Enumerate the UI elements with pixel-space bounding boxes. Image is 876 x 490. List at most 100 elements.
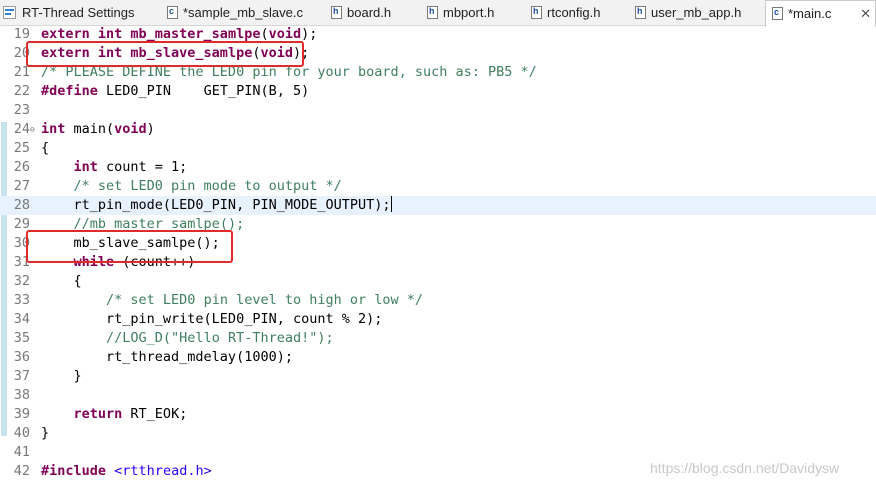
code-token: /* set LED0 pin level to high or low */ bbox=[106, 292, 424, 308]
code-token: <rtthread.h> bbox=[114, 463, 212, 479]
tab-user-mb-app-h[interactable]: h user_mb_app.h bbox=[629, 0, 759, 26]
code-line[interactable]: 25 { bbox=[0, 139, 876, 158]
line-number: 37 bbox=[13, 368, 30, 384]
text-cursor bbox=[390, 196, 392, 212]
c-header-file-icon: h bbox=[427, 6, 438, 19]
code-token: void bbox=[114, 121, 147, 137]
code-token: } bbox=[41, 368, 82, 384]
line-number: 38 bbox=[13, 387, 30, 403]
code-line[interactable]: 35 //LOG_D("Hello RT-Thread!"); bbox=[0, 329, 876, 348]
code-token: #define bbox=[41, 83, 98, 99]
line-number: 34 bbox=[13, 311, 30, 327]
line-number: 23 bbox=[13, 102, 30, 118]
editor-tab-bar: RT-Thread Settings c *sample_mb_slave.c … bbox=[0, 0, 876, 27]
code-token: void bbox=[268, 26, 302, 42]
code-token: LED0_PIN GET_PIN(B, 5) bbox=[97, 83, 310, 99]
code-line[interactable]: 33 /* set LED0 pin level to high or low … bbox=[0, 291, 876, 310]
code-line[interactable]: 23 bbox=[0, 101, 876, 120]
code-token: ) bbox=[146, 121, 155, 137]
code-editor[interactable]: 19 extern int mb_master_samlpe(void); 20 ex… bbox=[0, 26, 876, 490]
line-number: 40 bbox=[13, 425, 30, 441]
code-line[interactable]: 37 } bbox=[0, 367, 876, 386]
code-line[interactable]: 22 #define LED0_PIN GET_PIN(B, 5) bbox=[0, 82, 876, 101]
c-header-file-icon: h bbox=[531, 6, 542, 19]
code-text: int count = 1; bbox=[41, 158, 188, 177]
tab-rt-thread-settings[interactable]: RT-Thread Settings bbox=[0, 0, 152, 26]
close-tab-icon[interactable]: ✕ bbox=[860, 1, 871, 27]
code-text: return RT_EOK; bbox=[41, 405, 188, 424]
line-number: 33 bbox=[13, 292, 30, 308]
code-line[interactable]: 34 rt_pin_write(LED0_PIN, count % 2); bbox=[0, 310, 876, 329]
code-text: } bbox=[41, 424, 49, 443]
annotation-box-slave-call bbox=[26, 230, 233, 263]
c-header-file-icon: h bbox=[331, 6, 342, 19]
code-line[interactable]: 24 ⊖ int main(void) bbox=[0, 120, 876, 139]
line-number: 27 bbox=[13, 178, 30, 194]
line-number: 32 bbox=[13, 273, 30, 289]
c-header-file-icon: h bbox=[635, 6, 646, 19]
code-text: /* set LED0 pin mode to output */ bbox=[41, 177, 342, 196]
code-text: int main(void) bbox=[41, 120, 155, 139]
code-text: //LOG_D("Hello RT-Thread!"); bbox=[41, 329, 334, 348]
code-token: { bbox=[41, 140, 50, 156]
code-token: count = 1; bbox=[97, 159, 188, 175]
code-text: /* set LED0 pin level to high or low */ bbox=[41, 291, 423, 310]
code-token: return bbox=[73, 406, 123, 422]
line-number: 22 bbox=[13, 83, 30, 99]
line-number: 24 bbox=[13, 121, 30, 137]
code-token: rt_pin_write(LED0_PIN, count % 2); bbox=[41, 311, 383, 327]
tab-label: user_mb_app.h bbox=[651, 5, 742, 20]
code-token: /* set LED0 pin mode to output */ bbox=[73, 178, 342, 194]
code-token: ( bbox=[260, 26, 269, 42]
code-token: int bbox=[73, 159, 98, 175]
annotation-box-extern-declaration bbox=[26, 41, 304, 67]
code-token: rt_thread_mdelay(1000); bbox=[41, 349, 293, 365]
tab-board-h[interactable]: h board.h bbox=[325, 0, 415, 26]
line-number: 35 bbox=[13, 330, 30, 346]
code-text: { bbox=[41, 139, 49, 158]
code-token: int bbox=[41, 121, 74, 137]
line-number: 42 bbox=[13, 463, 30, 479]
code-line[interactable]: 36 rt_thread_mdelay(1000); bbox=[0, 348, 876, 367]
tab-sample-mb-slave-c[interactable]: c *sample_mb_slave.c bbox=[161, 0, 311, 26]
line-number: 36 bbox=[13, 349, 30, 365]
fold-collapse-icon[interactable]: ⊖ bbox=[30, 125, 39, 134]
c-source-file-icon: c bbox=[167, 6, 178, 19]
code-token: { bbox=[41, 273, 82, 289]
code-line[interactable]: 32 { bbox=[0, 272, 876, 291]
line-number: 39 bbox=[13, 406, 30, 422]
code-line[interactable]: 26 int count = 1; bbox=[0, 158, 876, 177]
code-token: RT_EOK; bbox=[122, 406, 188, 422]
code-text: { bbox=[41, 272, 82, 291]
tab-label: RT-Thread Settings bbox=[22, 5, 135, 20]
tab-main-c[interactable]: c *main.c ✕ bbox=[765, 0, 876, 27]
tab-label: *sample_mb_slave.c bbox=[183, 5, 303, 20]
code-text: } bbox=[41, 367, 82, 386]
code-token: mb_master_samlpe bbox=[130, 26, 261, 42]
code-line[interactable]: 40} bbox=[0, 424, 876, 443]
code-text: rt_pin_mode(LED0_PIN, PIN_MODE_OUTPUT); bbox=[41, 196, 392, 215]
code-token: rt_pin_mode(LED0_PIN, PIN_MODE_OUTPUT); bbox=[41, 197, 391, 213]
code-token: //LOG_D("Hello RT-Thread!"); bbox=[106, 330, 334, 346]
code-line[interactable]: 38 bbox=[0, 386, 876, 405]
line-number: 26 bbox=[13, 159, 30, 175]
tab-label: *main.c bbox=[788, 6, 832, 21]
tab-label: board.h bbox=[347, 5, 392, 20]
watermark: https://blog.csdn.net/Davidysw bbox=[650, 460, 840, 476]
tab-label: mbport.h bbox=[443, 5, 495, 20]
code-line[interactable]: 39 return RT_EOK; bbox=[0, 405, 876, 424]
tab-mbport-h[interactable]: h mbport.h bbox=[421, 0, 519, 26]
code-text: #define LED0_PIN GET_PIN(B, 5) bbox=[41, 82, 309, 101]
code-token: } bbox=[41, 425, 50, 441]
code-text: #include <rtthread.h> bbox=[41, 462, 212, 481]
code-text: rt_pin_write(LED0_PIN, count % 2); bbox=[41, 310, 382, 329]
code-line[interactable]: 27 /* set LED0 pin mode to output */ bbox=[0, 177, 876, 196]
tab-rtconfig-h[interactable]: h rtconfig.h bbox=[525, 0, 625, 26]
code-line[interactable]: 28 rt_pin_mode(LED0_PIN, PIN_MODE_OUTPUT… bbox=[0, 196, 876, 215]
code-token: extern int bbox=[41, 26, 131, 42]
